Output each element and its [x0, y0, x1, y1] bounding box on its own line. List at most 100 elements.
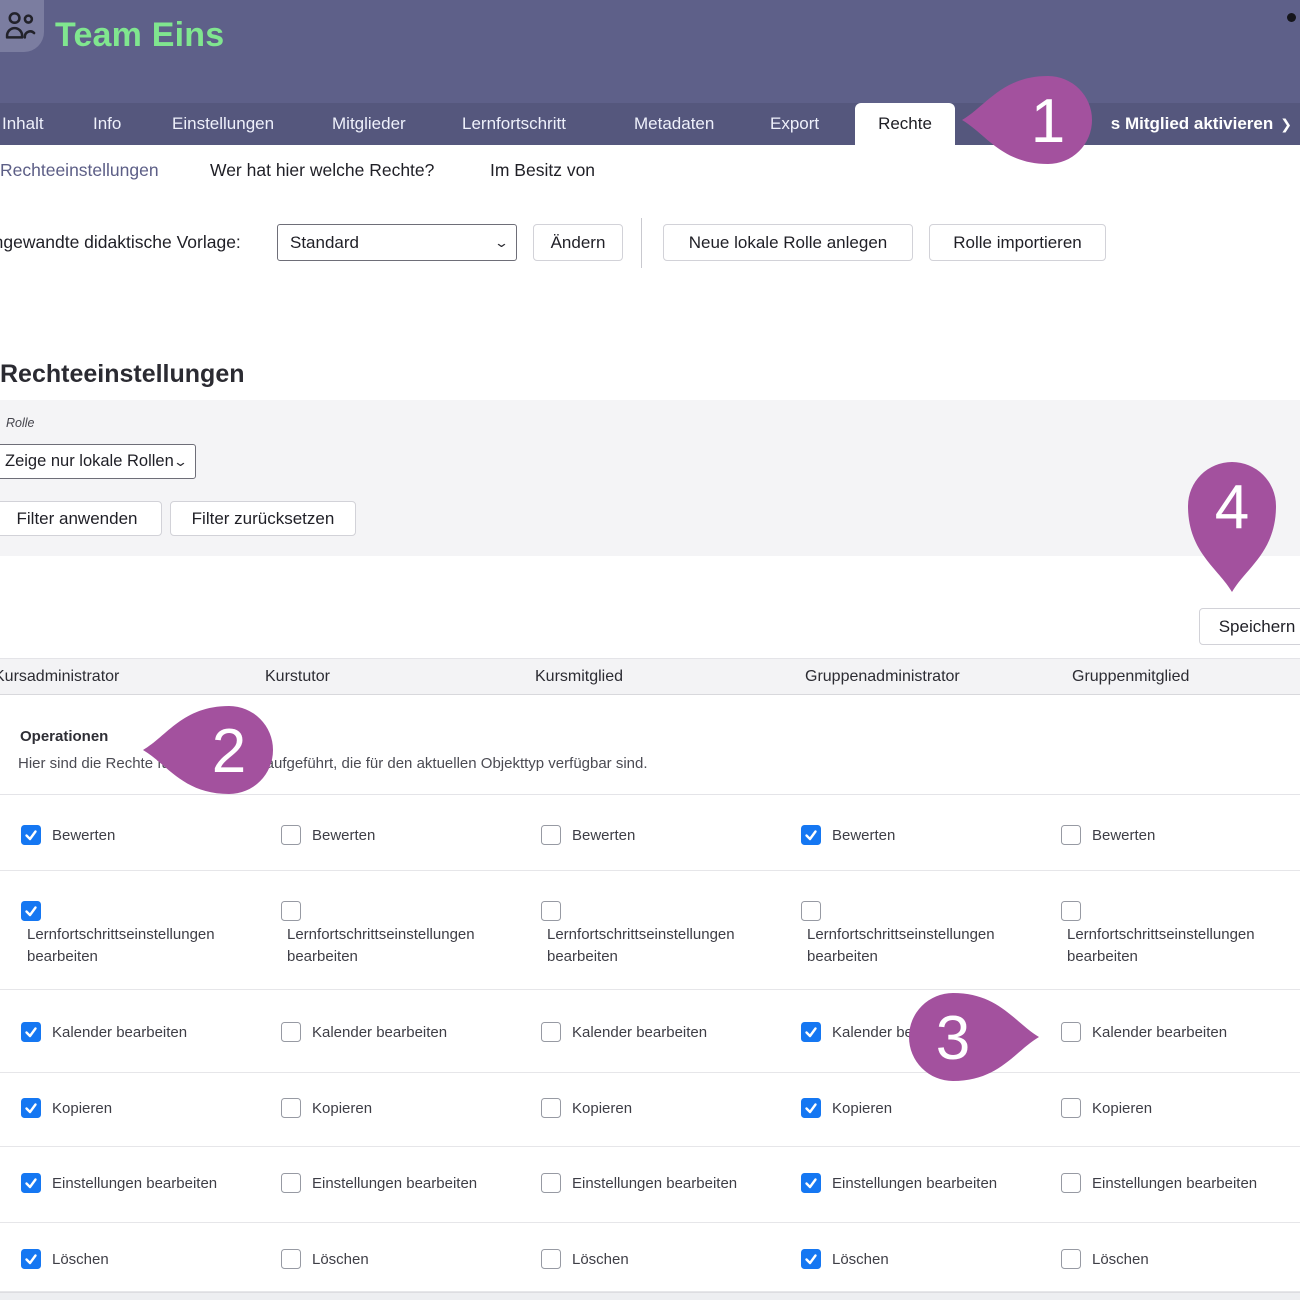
permission-cell: Kalender bearbeiten: [801, 1022, 967, 1042]
main-tab-bar: s Mitglied aktivieren❯ Inhalt Info Einstel…: [0, 103, 1300, 145]
permission-label: Kopieren: [312, 1100, 372, 1117]
check-icon: [24, 1176, 38, 1190]
save-button[interactable]: Speichern: [1199, 608, 1300, 645]
checkbox-kopieren-col2[interactable]: [281, 1098, 301, 1118]
subtab-rechteeinstellungen[interactable]: Rechteeinstellungen: [0, 160, 159, 181]
checkbox-einstellungen-bearbeiten-col3[interactable]: [541, 1173, 561, 1193]
permission-label: Einstellungen bearbeiten: [572, 1175, 737, 1192]
checkbox-einstellungen-bearbeiten-col2[interactable]: [281, 1173, 301, 1193]
check-icon: [24, 904, 38, 918]
permission-label: Kopieren: [832, 1100, 892, 1117]
checkbox-bewerten-col5[interactable]: [1061, 825, 1081, 845]
check-icon: [24, 828, 38, 842]
permission-label: Kalender bearbeiten: [572, 1024, 707, 1041]
check-icon: [24, 1252, 38, 1266]
check-icon: [804, 828, 818, 842]
change-button[interactable]: Ändern: [533, 224, 623, 261]
page-title: Team Eins: [55, 16, 224, 55]
permission-cell: Bewerten: [801, 825, 895, 845]
checkbox-bewerten-col4[interactable]: [801, 825, 821, 845]
didactic-template-select[interactable]: Standard ⌄: [277, 224, 517, 261]
checkbox-kalender-bearbeiten-col4[interactable]: [801, 1022, 821, 1042]
tab-lernfortschritt[interactable]: Lernfortschritt: [462, 103, 566, 145]
checkbox-l-schen-col1[interactable]: [21, 1249, 41, 1269]
check-icon: [804, 1025, 818, 1039]
checkbox-kalender-bearbeiten-col3[interactable]: [541, 1022, 561, 1042]
filter-reset-button[interactable]: Filter zurücksetzen: [170, 501, 356, 536]
permission-cell: Kopieren: [541, 1098, 632, 1118]
permission-label: Löschen: [832, 1251, 889, 1268]
permission-label: Kalender bearbeiten: [312, 1024, 447, 1041]
checkbox-bewerten-col3[interactable]: [541, 825, 561, 845]
tab-mitglieder[interactable]: Mitglieder: [332, 103, 406, 145]
permission-cell: Kopieren: [21, 1098, 112, 1118]
permission-label: Lernfortschrittseinstellungen bearbeiten: [27, 924, 267, 968]
permission-cell: Einstellungen bearbeiten: [541, 1173, 737, 1193]
permission-label: Löschen: [572, 1251, 629, 1268]
checkbox-einstellungen-bearbeiten-col1[interactable]: [21, 1173, 41, 1193]
group-icon-tile[interactable]: [0, 0, 44, 52]
permission-label: Kopieren: [1092, 1100, 1152, 1117]
checkbox-l-schen-col3[interactable]: [541, 1249, 561, 1269]
permission-label: Bewerten: [1092, 827, 1155, 844]
checkbox-bewerten-col2[interactable]: [281, 825, 301, 845]
checkbox-lernfortschrittseinstellungen-bearbeiten-col5[interactable]: [1061, 901, 1081, 921]
permission-cell: [801, 901, 821, 921]
permission-row-bewerten: BewertenBewertenBewertenBewertenBewerten: [0, 795, 1300, 871]
checkbox-lernfortschrittseinstellungen-bearbeiten-col1[interactable]: [21, 901, 41, 921]
filter-panel: Rolle Zeige nur lokale Rollen ⌄ Filter a…: [0, 400, 1300, 556]
checkbox-kalender-bearbeiten-col5[interactable]: [1061, 1022, 1081, 1042]
section-heading: Rechteeinstellungen: [0, 360, 245, 389]
permission-label: Einstellungen bearbeiten: [1092, 1175, 1257, 1192]
permission-cell: Einstellungen bearbeiten: [21, 1173, 217, 1193]
permission-cell: Kopieren: [281, 1098, 372, 1118]
role-filter-value: Zeige nur lokale Rollen: [5, 452, 174, 471]
permission-label: Einstellungen bearbeiten: [312, 1175, 477, 1192]
permission-label: Lernfortschrittseinstellungen bearbeiten: [547, 924, 787, 968]
checkbox-l-schen-col5[interactable]: [1061, 1249, 1081, 1269]
corner-dot: [1287, 13, 1296, 22]
role-filter-select[interactable]: Zeige nur lokale Rollen ⌄: [0, 444, 196, 479]
checkbox-kopieren-col1[interactable]: [21, 1098, 41, 1118]
tab-export[interactable]: Export: [770, 103, 819, 145]
footer-band: [0, 1292, 1300, 1300]
checkbox-lernfortschrittseinstellungen-bearbeiten-col3[interactable]: [541, 901, 561, 921]
tab-einstellungen[interactable]: Einstellungen: [172, 103, 274, 145]
chevron-down-icon: ⌄: [494, 235, 509, 251]
role-filter-label: Rolle: [6, 416, 35, 430]
subtab-im-besitz-von[interactable]: Im Besitz von: [490, 160, 595, 181]
permission-cell: Löschen: [801, 1249, 889, 1269]
import-role-button[interactable]: Rolle importieren: [929, 224, 1106, 261]
checkbox-kopieren-col5[interactable]: [1061, 1098, 1081, 1118]
column-header-kurstutor: Kurstutor: [265, 659, 330, 695]
checkbox-kalender-bearbeiten-col1[interactable]: [21, 1022, 41, 1042]
permission-label: Löschen: [52, 1251, 109, 1268]
checkbox-kalender-bearbeiten-col2[interactable]: [281, 1022, 301, 1042]
permission-row-einstellungen-bearbeiten: Einstellungen bearbeiten Einstellungen be…: [0, 1147, 1300, 1223]
tab-metadaten[interactable]: Metadaten: [634, 103, 714, 145]
permission-cell: Löschen: [1061, 1249, 1149, 1269]
tab-rechte[interactable]: Rechte: [855, 103, 955, 145]
vertical-divider: [641, 218, 642, 268]
checkbox-l-schen-col2[interactable]: [281, 1249, 301, 1269]
app-window: Team Eins s Mitglied aktivieren❯ Inhalt I…: [0, 0, 1300, 1300]
filter-apply-button[interactable]: Filter anwenden: [0, 501, 162, 536]
permission-cell: Bewerten: [281, 825, 375, 845]
permission-label: Bewerten: [52, 827, 115, 844]
subtab-wer-hat-hier-welche-rechte[interactable]: Wer hat hier welche Rechte?: [210, 160, 434, 181]
new-local-role-button[interactable]: Neue lokale Rolle anlegen: [663, 224, 913, 261]
tab-inhalt[interactable]: Inhalt: [2, 103, 44, 145]
checkbox-einstellungen-bearbeiten-col5[interactable]: [1061, 1173, 1081, 1193]
checkbox-lernfortschrittseinstellungen-bearbeiten-col2[interactable]: [281, 901, 301, 921]
permission-cell: [21, 901, 41, 921]
role-columns-header: KursadministratorKurstutorKursmitgliedGr…: [0, 658, 1300, 695]
member-activate-action[interactable]: s Mitglied aktivieren❯: [1111, 103, 1292, 145]
checkbox-kopieren-col4[interactable]: [801, 1098, 821, 1118]
checkbox-einstellungen-bearbeiten-col4[interactable]: [801, 1173, 821, 1193]
permission-cell: [1061, 901, 1081, 921]
checkbox-l-schen-col4[interactable]: [801, 1249, 821, 1269]
tab-info[interactable]: Info: [93, 103, 121, 145]
checkbox-lernfortschrittseinstellungen-bearbeiten-col4[interactable]: [801, 901, 821, 921]
checkbox-kopieren-col3[interactable]: [541, 1098, 561, 1118]
checkbox-bewerten-col1[interactable]: [21, 825, 41, 845]
